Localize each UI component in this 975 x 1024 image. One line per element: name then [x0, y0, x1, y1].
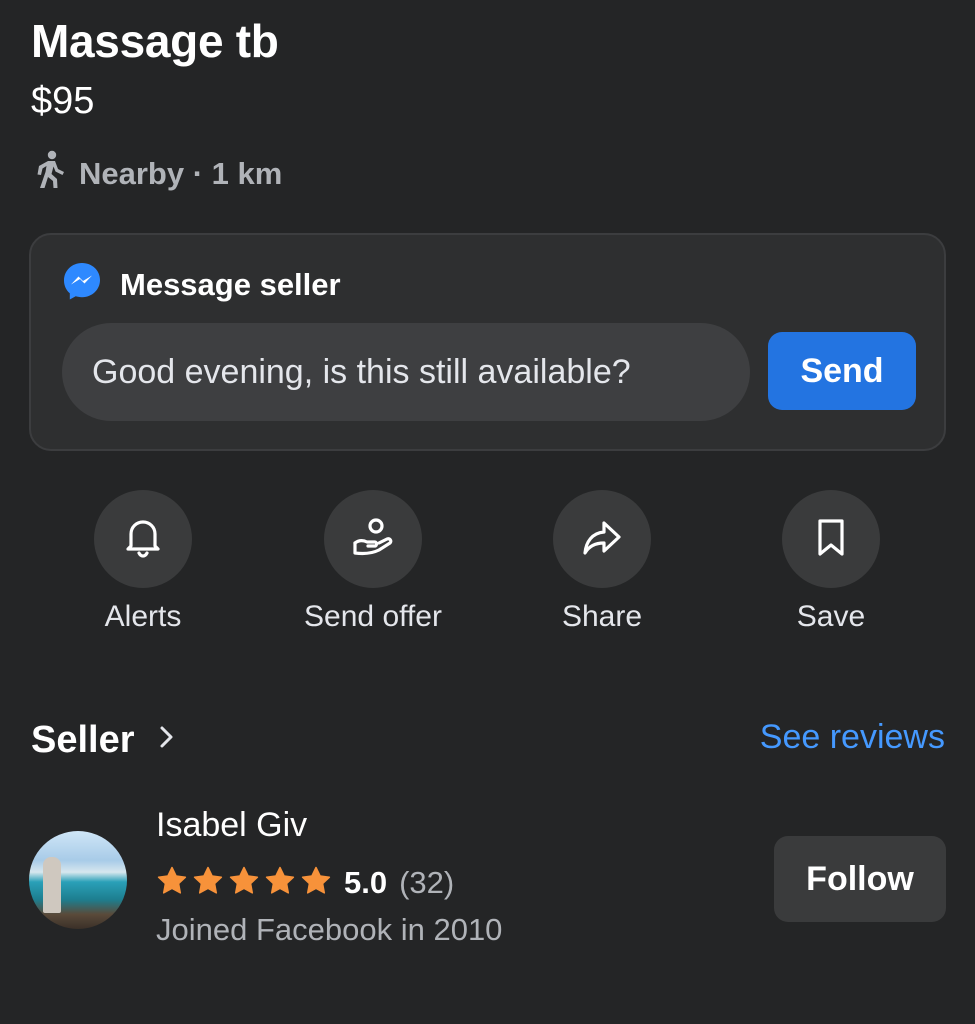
message-seller-card: Message seller Good evening, is this sti…	[29, 233, 946, 451]
send-offer-circle[interactable]	[324, 490, 422, 588]
alerts-button[interactable]: Alerts	[33, 490, 253, 634]
offer-hand-icon	[349, 513, 397, 566]
alerts-label: Alerts	[104, 600, 182, 633]
seller-joined-text: Joined Facebook in 2010	[156, 912, 503, 947]
seller-rating: 5.0 (32)	[156, 862, 454, 904]
bookmark-icon	[807, 513, 855, 566]
send-button[interactable]: Send	[768, 332, 916, 410]
location-text: Nearby · 1 km	[79, 156, 283, 191]
star-icon	[228, 865, 260, 902]
action-row: Alerts Send offer Share Save	[0, 490, 975, 640]
avatar-photo-figure	[43, 857, 61, 913]
save-label: Save	[796, 600, 866, 633]
send-offer-label: Send offer	[304, 600, 442, 633]
walking-person-icon	[31, 150, 67, 198]
marketplace-listing-page: Massage tb $95 Nearby · 1 km Message sel…	[0, 0, 975, 1024]
send-offer-button[interactable]: Send offer	[263, 490, 483, 634]
rating-stars	[156, 865, 332, 902]
save-button[interactable]: Save	[721, 490, 941, 634]
star-icon	[156, 865, 188, 902]
share-label: Share	[561, 600, 643, 633]
message-seller-header: Message seller	[62, 263, 341, 305]
share-circle[interactable]	[553, 490, 651, 588]
save-circle[interactable]	[782, 490, 880, 588]
listing-title: Massage tb	[31, 15, 279, 67]
rating-score: 5.0	[344, 865, 388, 900]
bell-icon	[119, 513, 167, 566]
listing-location: Nearby · 1 km	[31, 150, 283, 198]
seller-section-link[interactable]: Seller	[31, 714, 179, 766]
listing-price: $95	[31, 80, 95, 122]
see-reviews-link[interactable]: See reviews	[760, 718, 945, 757]
seller-name[interactable]: Isabel Giv	[156, 806, 307, 845]
rating-count: (32)	[399, 865, 455, 900]
alerts-circle[interactable]	[94, 490, 192, 588]
message-input[interactable]: Good evening, is this still available?	[62, 323, 750, 421]
chevron-right-icon	[153, 719, 179, 762]
star-icon	[192, 865, 224, 902]
messenger-icon	[62, 261, 102, 309]
follow-button[interactable]: Follow	[774, 836, 946, 922]
seller-section-title: Seller	[31, 718, 135, 761]
star-icon	[300, 865, 332, 902]
message-seller-title: Message seller	[120, 267, 341, 302]
seller-avatar[interactable]	[29, 831, 127, 929]
share-arrow-icon	[578, 513, 626, 566]
share-button[interactable]: Share	[492, 490, 712, 634]
star-icon	[264, 865, 296, 902]
